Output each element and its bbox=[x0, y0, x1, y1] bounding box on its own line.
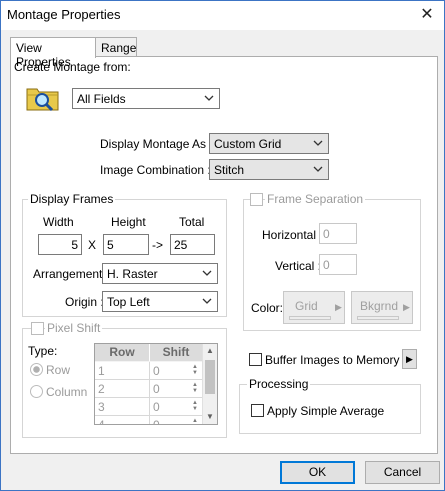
image-combination-label: Image Combination : bbox=[100, 163, 211, 177]
total-input[interactable]: 25 bbox=[170, 234, 215, 255]
type-label: Type: bbox=[28, 344, 58, 358]
montage-properties-dialog: Montage Properties ✕ View Properties Ran… bbox=[0, 0, 445, 491]
row-index-cell: 3 bbox=[95, 398, 150, 416]
total-label: Total bbox=[179, 215, 205, 229]
width-input[interactable]: 5 bbox=[38, 234, 82, 255]
row-index-cell: 2 bbox=[95, 380, 150, 398]
frame-separation-checkbox[interactable] bbox=[250, 193, 263, 206]
bkgrnd-button-label: Bkgrnd bbox=[360, 299, 399, 313]
width-label: Width bbox=[43, 215, 74, 229]
row-radio[interactable] bbox=[30, 363, 43, 376]
origin-label: Origin : bbox=[65, 295, 104, 309]
tab-range[interactable]: Range bbox=[95, 37, 137, 57]
shift-cell[interactable]: 0 ▲▼ bbox=[150, 416, 203, 425]
background-color-swatch bbox=[357, 316, 399, 320]
vertical-label: Vertical : bbox=[275, 259, 322, 273]
create-from-value: All Fields bbox=[77, 92, 126, 106]
display-montage-as-select[interactable]: Custom Grid bbox=[209, 133, 329, 154]
origin-value: Top Left bbox=[107, 295, 150, 309]
cancel-button[interactable]: Cancel bbox=[365, 461, 440, 484]
create-from-select[interactable]: All Fields bbox=[72, 88, 220, 109]
arrow-symbol: -> bbox=[152, 238, 164, 252]
caret-right-icon: ▶ bbox=[403, 302, 410, 312]
origin-select[interactable]: Top Left bbox=[102, 291, 218, 312]
color-label: Color: bbox=[251, 301, 284, 315]
grid-color-swatch bbox=[289, 316, 331, 320]
image-combination-value: Stitch bbox=[214, 163, 245, 177]
shift-value: 0 bbox=[153, 364, 160, 378]
pixel-shift-table[interactable]: Row Shift 1 0▲▼ 2 0▲▼ 3 0▲▼ 4 0▲▼ ▲ ▼ bbox=[94, 343, 218, 425]
times-symbol: X bbox=[88, 238, 97, 252]
table-row[interactable]: 1 0 ▲ ▼ bbox=[95, 362, 203, 380]
caret-right-icon: ▶ bbox=[406, 354, 413, 364]
spinner-icon[interactable]: ▲▼ bbox=[192, 400, 200, 413]
dialog-title: Montage Properties bbox=[7, 7, 121, 22]
column-radio-label: Column bbox=[46, 385, 88, 399]
title-bar: Montage Properties ✕ bbox=[1, 1, 444, 30]
frame-separation-title: Frame Separation bbox=[265, 192, 366, 206]
shift-value: 0 bbox=[153, 418, 160, 425]
row-index-cell: 1 bbox=[95, 362, 150, 380]
column-header-shift: Shift bbox=[150, 344, 203, 361]
spinner-icon[interactable]: ▲▼ bbox=[192, 418, 200, 424]
simple-average-label: Apply Simple Average bbox=[267, 404, 385, 418]
background-color-button[interactable]: Bkgrnd ▶ bbox=[351, 291, 413, 324]
table-row[interactable]: 3 0 ▲ ▼ bbox=[95, 398, 203, 416]
shift-value: 0 bbox=[153, 400, 160, 414]
grid-color-button[interactable]: Grid ▶ bbox=[283, 291, 345, 324]
spinner-icon[interactable]: ▲▼ bbox=[192, 382, 200, 395]
display-montage-as-label: Display Montage As : bbox=[100, 137, 213, 151]
processing-title: Processing bbox=[247, 377, 311, 391]
chevron-down-icon bbox=[313, 166, 323, 172]
display-frames-title: Display Frames bbox=[28, 192, 116, 206]
shift-cell[interactable]: 0 ▲▼ bbox=[150, 398, 203, 416]
column-radio[interactable] bbox=[30, 385, 43, 398]
folder-search-icon[interactable] bbox=[25, 83, 61, 113]
scroll-up-icon[interactable]: ▲ bbox=[206, 346, 214, 355]
shift-value: 0 bbox=[153, 382, 160, 396]
buffer-options-button[interactable]: ▶ bbox=[402, 349, 417, 369]
column-header-row: Row bbox=[95, 344, 150, 361]
horizontal-input[interactable]: 0 bbox=[319, 223, 357, 244]
chevron-down-icon bbox=[313, 140, 323, 146]
close-icon[interactable]: ✕ bbox=[414, 3, 440, 27]
spinner-icon[interactable]: ▲▼ bbox=[192, 364, 200, 377]
table-row[interactable]: 4 0 ▲▼ bbox=[95, 416, 203, 425]
shift-cell[interactable]: 0 ▲▼ bbox=[150, 380, 203, 398]
scroll-down-icon[interactable]: ▼ bbox=[206, 412, 214, 421]
scrollbar-thumb[interactable] bbox=[205, 360, 215, 394]
chevron-down-icon bbox=[204, 95, 214, 101]
display-montage-as-value: Custom Grid bbox=[214, 137, 282, 151]
height-label: Height bbox=[111, 215, 146, 229]
horizontal-label: Horizontal : bbox=[262, 228, 323, 242]
chevron-down-icon bbox=[202, 270, 212, 276]
buffer-images-label: Buffer Images to Memory bbox=[265, 353, 400, 367]
chevron-down-icon bbox=[202, 298, 212, 304]
caret-right-icon: ▶ bbox=[335, 302, 342, 312]
height-input[interactable]: 5 bbox=[103, 234, 149, 255]
tab-view-properties[interactable]: View Properties bbox=[10, 37, 96, 69]
row-radio-label: Row bbox=[46, 363, 71, 377]
grid-button-label: Grid bbox=[295, 299, 318, 313]
buffer-images-checkbox[interactable] bbox=[249, 353, 262, 366]
table-scrollbar[interactable]: ▲ ▼ bbox=[202, 344, 217, 424]
pixel-shift-title: Pixel Shift bbox=[45, 321, 103, 335]
vertical-input[interactable]: 0 bbox=[319, 254, 357, 275]
shift-cell[interactable]: 0 ▲▼ bbox=[150, 362, 203, 380]
table-row[interactable]: 2 0 ▲ ▼ bbox=[95, 380, 203, 398]
pixel-shift-checkbox[interactable] bbox=[31, 322, 44, 335]
arrangement-value: H. Raster bbox=[107, 267, 158, 281]
row-index-cell: 4 bbox=[95, 416, 150, 424]
arrangement-select[interactable]: H. Raster bbox=[102, 263, 218, 284]
image-combination-select[interactable]: Stitch bbox=[209, 159, 329, 180]
ok-button[interactable]: OK bbox=[280, 461, 355, 484]
simple-average-checkbox[interactable] bbox=[251, 404, 264, 417]
arrangement-label: Arrangement : bbox=[33, 267, 110, 281]
